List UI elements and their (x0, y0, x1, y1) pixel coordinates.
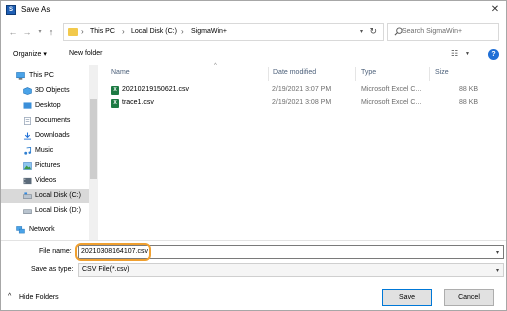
app-icon: S (6, 5, 16, 15)
file-type: Microsoft Excel C... (361, 99, 422, 106)
command-bar: Organize ▾ New folder ☷ ▼ ? (1, 45, 506, 65)
nav-item-3d-objects[interactable]: 3D Objects (1, 84, 89, 98)
column-header-size[interactable]: Size (435, 69, 449, 76)
nav-item-label: Music (35, 147, 54, 154)
nav-item-this-pc[interactable]: This PC (1, 69, 89, 83)
column-divider[interactable] (268, 67, 269, 81)
sort-ascending-icon: ^ (214, 63, 217, 69)
nav-item-label: Local Disk (C:) (35, 192, 81, 199)
address-dropdown-icon[interactable]: ▾ (360, 28, 363, 35)
nav-item-label: 3D Objects (35, 87, 70, 94)
breadcrumb-separator-icon: › (122, 27, 125, 36)
nav-item-music[interactable]: Music (1, 144, 89, 158)
column-header-date-modified[interactable]: Date modified (273, 69, 316, 76)
file-row[interactable]: X 20210219150621.csv 2/19/2021 3:07 PM M… (109, 85, 479, 97)
save-button[interactable]: Save (382, 289, 432, 306)
documents-icon (24, 117, 31, 125)
nav-item-label: Downloads (35, 132, 70, 139)
file-date: 2/19/2021 3:07 PM (272, 86, 332, 93)
save-as-type-label: Save as type: (31, 266, 74, 273)
up-arrow-icon[interactable]: ↑ (45, 25, 57, 39)
file-name-dropdown-icon[interactable]: ▾ (496, 249, 499, 256)
column-header-name[interactable]: Name (111, 69, 130, 76)
nav-item-downloads[interactable]: Downloads (1, 129, 89, 143)
network-icon (16, 226, 25, 234)
navigation-pane: This PC 3D Objects Desktop Documents Dow… (1, 65, 99, 240)
save-as-type-select[interactable]: CSV File(*.csv) ▾ (78, 263, 504, 277)
excel-file-icon: X (111, 99, 119, 108)
forward-arrow-icon[interactable]: → (21, 25, 33, 39)
close-button[interactable]: ✕ (488, 3, 502, 17)
breadcrumb-separator-icon: › (81, 27, 84, 36)
file-type: Microsoft Excel C... (361, 86, 422, 93)
nav-item-network[interactable]: Network (1, 223, 89, 237)
nav-item-videos[interactable]: Videos (1, 174, 89, 188)
nav-item-label: Documents (35, 117, 71, 124)
drive-icon (23, 209, 32, 214)
column-divider[interactable] (429, 67, 430, 81)
nav-scrollbar-thumb[interactable] (90, 99, 97, 179)
cancel-button[interactable]: Cancel (444, 289, 494, 306)
breadcrumb-local-disk-c[interactable]: Local Disk (C:) (131, 28, 177, 35)
music-icon (24, 147, 32, 155)
hide-folders-button[interactable]: ^ Hide Folders (8, 293, 59, 301)
nav-item-label: Videos (35, 177, 57, 184)
hide-folders-label: Hide Folders (19, 294, 59, 301)
breadcrumb-separator-icon: › (181, 27, 184, 36)
file-list: ^ Name Date modified Type Size X 2021021… (101, 63, 506, 240)
nav-item-label: This PC (29, 72, 54, 79)
file-name: 20210219150621.csv (122, 86, 189, 93)
nav-item-label: Pictures (35, 162, 61, 169)
nav-item-desktop[interactable]: Desktop (1, 99, 89, 113)
chevron-up-icon: ^ (8, 293, 12, 300)
videos-icon (23, 177, 32, 185)
search-input[interactable]: Search SigmaWin+ (402, 28, 462, 35)
search-box[interactable]: Search SigmaWin+ (387, 23, 499, 41)
3d-objects-icon (23, 87, 32, 95)
view-dropdown-icon[interactable]: ▼ (465, 51, 470, 57)
help-icon[interactable]: ? (488, 49, 499, 60)
view-options-icon[interactable]: ☷ (451, 49, 458, 58)
file-size: 88 KB (459, 99, 479, 106)
save-form: File name: 20210308164107.csv ▾ Save as … (1, 240, 506, 310)
address-bar[interactable]: › This PC › Local Disk (C:) › SigmaWin+ … (63, 23, 384, 41)
nav-item-local-disk-c[interactable]: Local Disk (C:) (1, 189, 89, 203)
file-date: 2/19/2021 3:08 PM (272, 99, 332, 106)
address-row: ← → ▾ ↑ › This PC › Local Disk (C:) › Si… (1, 21, 506, 43)
window-title: Save As (21, 5, 51, 14)
file-name: trace1.csv (122, 99, 154, 106)
save-as-dialog: S Save As ✕ ← → ▾ ↑ › This PC › Local Di… (0, 0, 507, 311)
breadcrumb-this-pc[interactable]: This PC (90, 28, 115, 35)
back-arrow-icon[interactable]: ← (7, 25, 19, 39)
computer-icon (16, 72, 25, 80)
breadcrumb-sigmawin[interactable]: SigmaWin+ (191, 28, 227, 35)
nav-item-label: Desktop (35, 102, 61, 109)
folder-icon (68, 28, 78, 36)
save-as-type-value: CSV File(*.csv) (82, 266, 130, 273)
nav-item-local-disk-d[interactable]: Local Disk (D:) (1, 204, 89, 218)
nav-item-label: Network (29, 226, 55, 233)
refresh-icon[interactable]: ↻ (369, 26, 377, 37)
file-name-highlight-ring (75, 243, 151, 261)
nav-item-label: Local Disk (D:) (35, 207, 81, 214)
nav-scrollbar[interactable] (89, 65, 98, 240)
file-name-label: File name: (39, 248, 72, 255)
save-as-type-dropdown-icon[interactable]: ▾ (496, 267, 499, 274)
organize-button[interactable]: Organize ▾ (13, 50, 47, 58)
file-size: 88 KB (459, 86, 479, 93)
new-folder-button[interactable]: New folder (69, 50, 102, 57)
downloads-icon (23, 132, 32, 140)
title-bar: S Save As ✕ (1, 1, 506, 19)
excel-file-icon: X (111, 86, 119, 95)
column-header-type[interactable]: Type (361, 69, 376, 76)
desktop-icon (23, 102, 32, 109)
file-row[interactable]: X trace1.csv 2/19/2021 3:08 PM Microsoft… (109, 98, 479, 110)
pictures-icon (23, 162, 32, 170)
column-divider[interactable] (355, 67, 356, 81)
drive-icon (23, 192, 32, 199)
nav-item-documents[interactable]: Documents (1, 114, 89, 128)
nav-item-pictures[interactable]: Pictures (1, 159, 89, 173)
